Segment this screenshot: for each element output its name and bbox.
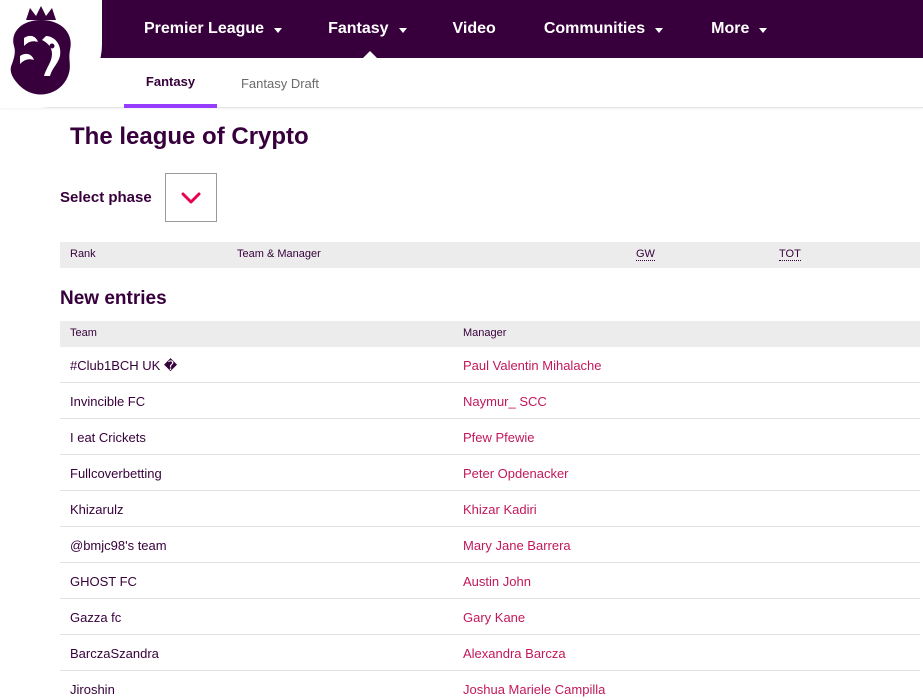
phase-select[interactable] bbox=[165, 173, 217, 222]
new-entries-title: New entries bbox=[60, 288, 167, 309]
nav-item-fantasy[interactable]: Fantasy bbox=[328, 0, 407, 58]
standings-table-header: Rank Team & Manager GW TOT bbox=[60, 242, 920, 268]
manager-link[interactable]: Gary Kane bbox=[463, 610, 525, 625]
lion-logo-icon bbox=[10, 6, 71, 95]
team-name: Fullcoverbetting bbox=[70, 466, 162, 481]
select-phase-label: Select phase bbox=[60, 189, 152, 206]
table-row: Fullcoverbetting Peter Opdenacker bbox=[60, 455, 920, 491]
top-nav-bar: Premier League Fantasy Video Communities… bbox=[0, 0, 923, 58]
new-entries-header: Team Manager bbox=[60, 321, 920, 347]
manager-link[interactable]: Austin John bbox=[463, 574, 531, 589]
nav-item-communities[interactable]: Communities bbox=[543, 0, 664, 58]
manager-link[interactable]: Naymur_ SCC bbox=[463, 394, 547, 409]
table-row: Jiroshin Joshua Mariele Campilla bbox=[60, 671, 920, 698]
page-title: The league of Crypto bbox=[70, 123, 309, 150]
nav-item-label: Premier League bbox=[144, 20, 265, 37]
team-name: #Club1BCH UK � bbox=[70, 358, 178, 373]
sub-nav: Fantasy Fantasy Draft bbox=[0, 58, 923, 108]
chevron-down-icon bbox=[181, 192, 201, 203]
table-row: Gazza fc Gary Kane bbox=[60, 599, 920, 635]
table-row: I eat Crickets Pfew Pfewie bbox=[60, 419, 920, 455]
manager-link[interactable]: Joshua Mariele Campilla bbox=[463, 682, 605, 697]
team-name: Khizarulz bbox=[70, 502, 124, 517]
manager-link[interactable]: Paul Valentin Mihalache bbox=[463, 358, 602, 373]
chevron-down-icon bbox=[655, 27, 664, 33]
team-name: I eat Crickets bbox=[70, 430, 146, 445]
rank-header: Rank bbox=[70, 248, 96, 260]
table-row: #Club1BCH UK � Paul Valentin Mihalache bbox=[60, 347, 920, 383]
tot-header: TOT bbox=[779, 248, 801, 261]
nav-item-label: Video bbox=[452, 20, 496, 37]
tab-fantasy[interactable]: Fantasy bbox=[124, 58, 217, 108]
chevron-down-icon bbox=[759, 27, 768, 33]
main-nav: Premier League Fantasy Video Communities… bbox=[144, 0, 768, 58]
team-name: BarczaSzandra bbox=[70, 646, 159, 661]
table-row: Khizarulz Khizar Kadiri bbox=[60, 491, 920, 527]
manager-link[interactable]: Alexandra Barcza bbox=[463, 646, 566, 661]
tab-label: Fantasy bbox=[145, 73, 196, 89]
manager-header: Manager bbox=[463, 327, 507, 339]
nav-item-video[interactable]: Video bbox=[453, 0, 496, 58]
team-name: Gazza fc bbox=[70, 610, 122, 625]
tab-fantasy-draft[interactable]: Fantasy Draft bbox=[228, 58, 332, 108]
manager-link[interactable]: Peter Opdenacker bbox=[463, 466, 569, 481]
manager-link[interactable]: Pfew Pfewie bbox=[463, 430, 535, 445]
team-name: Jiroshin bbox=[70, 682, 115, 697]
table-row: BarczaSzandra Alexandra Barcza bbox=[60, 635, 920, 671]
team-name: GHOST FC bbox=[70, 574, 137, 589]
nav-item-label: Communities bbox=[543, 20, 646, 37]
manager-link[interactable]: Khizar Kadiri bbox=[463, 502, 537, 517]
tab-label: Fantasy Draft bbox=[240, 75, 320, 91]
team-manager-header: Team & Manager bbox=[237, 248, 321, 260]
team-name: @bmjc98's team bbox=[70, 538, 167, 553]
nav-item-premier-league[interactable]: Premier League bbox=[144, 0, 283, 58]
gw-header: GW bbox=[636, 248, 655, 261]
table-row: GHOST FC Austin John bbox=[60, 563, 920, 599]
table-row: Invincible FC Naymur_ SCC bbox=[60, 383, 920, 419]
team-header: Team bbox=[70, 327, 97, 339]
new-entries-table: Team Manager #Club1BCH UK � Paul Valenti… bbox=[60, 321, 920, 698]
chevron-down-icon bbox=[274, 27, 283, 33]
manager-link[interactable]: Mary Jane Barrera bbox=[463, 538, 571, 553]
nav-item-more[interactable]: More bbox=[711, 0, 768, 58]
nav-item-label: Fantasy bbox=[328, 20, 389, 37]
nav-item-label: More bbox=[711, 20, 750, 37]
team-name: Invincible FC bbox=[70, 394, 146, 409]
table-row: @bmjc98's team Mary Jane Barrera bbox=[60, 527, 920, 563]
chevron-down-icon bbox=[398, 27, 407, 33]
